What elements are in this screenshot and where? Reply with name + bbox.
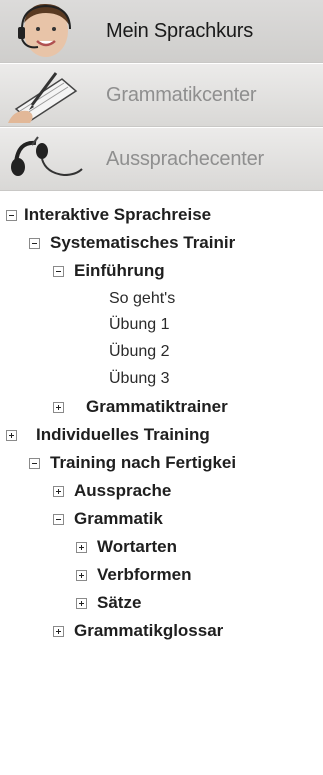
expand-icon[interactable] — [6, 430, 17, 441]
nav-button-grammatikcenter[interactable]: Grammatikcenter — [0, 64, 323, 127]
nav-label: Mein Sprachkurs — [106, 20, 254, 42]
expand-icon[interactable] — [53, 402, 64, 413]
expand-icon[interactable] — [53, 626, 64, 637]
tree-leaf-uebung-2[interactable]: Übung 2 — [109, 339, 170, 365]
tree-item-label: Sätze — [97, 593, 142, 612]
collapse-icon[interactable] — [53, 514, 64, 525]
tree-item-label: Aussprache — [74, 481, 172, 500]
tree-item-label: Systematisches Trainir — [50, 233, 236, 252]
tree-item-label: Individuelles Training — [36, 425, 210, 444]
tree-item-wortarten[interactable]: Wortarten — [76, 534, 177, 560]
tree-leaf-uebung-1[interactable]: Übung 1 — [109, 312, 170, 338]
tree-item-individuelles-training[interactable]: Individuelles Training — [6, 422, 210, 448]
tree-leaf-uebung-3[interactable]: Übung 3 — [109, 366, 170, 392]
tree-item-label: Grammatik — [74, 509, 163, 528]
headphones-icon — [0, 128, 92, 190]
nav-label: Aussprachecenter — [106, 148, 265, 170]
tree-item-grammatiktrainer[interactable]: Grammatiktrainer — [53, 394, 228, 420]
nav-button-aussprachecenter[interactable]: Aussprachecenter — [0, 128, 323, 191]
tree-item-label: Einführung — [74, 261, 165, 280]
tree-item-einfuehrung[interactable]: Einführung — [53, 258, 165, 284]
tree-item-label: Grammatikglossar — [74, 621, 224, 640]
collapse-icon[interactable] — [29, 458, 40, 469]
tree-item-label: Interaktive Sprachreise — [24, 205, 212, 224]
tree-item-grammatikglossar[interactable]: Grammatikglossar — [53, 618, 223, 644]
tree-item-interaktive-sprachreise[interactable]: Interaktive Sprachreise — [6, 202, 211, 228]
expand-icon[interactable] — [76, 598, 87, 609]
tree-item-label: Grammatiktrainer — [86, 397, 228, 416]
nav-button-mein-sprachkurs[interactable]: Mein Sprachkurs — [0, 0, 323, 63]
collapse-icon[interactable] — [29, 238, 40, 249]
expand-icon[interactable] — [53, 486, 64, 497]
tree-leaf-so-gehts[interactable]: So geht's — [109, 286, 175, 312]
tree-item-label: Wortarten — [97, 537, 177, 556]
tree-item-saetze[interactable]: Sätze — [76, 590, 141, 616]
tree-item-aussprache[interactable]: Aussprache — [53, 478, 171, 504]
pen-clipboard-icon — [0, 64, 92, 126]
tree-item-systematisches-training[interactable]: Systematisches Trainir — [29, 230, 235, 256]
expand-icon[interactable] — [76, 570, 87, 581]
expand-icon[interactable] — [76, 542, 87, 553]
nav-label: Grammatikcenter — [106, 84, 257, 106]
tree-item-verbformen[interactable]: Verbformen — [76, 562, 191, 588]
collapse-icon[interactable] — [53, 266, 64, 277]
collapse-icon[interactable] — [6, 210, 17, 221]
tree-item-label: Training nach Fertigkei — [50, 453, 237, 472]
tree-item-training-nach-fertigkeiten[interactable]: Training nach Fertigkei — [29, 450, 236, 476]
tree-item-grammatik[interactable]: Grammatik — [53, 506, 163, 532]
headset-person-icon — [0, 0, 92, 62]
tree-item-label: Verbformen — [97, 565, 192, 584]
